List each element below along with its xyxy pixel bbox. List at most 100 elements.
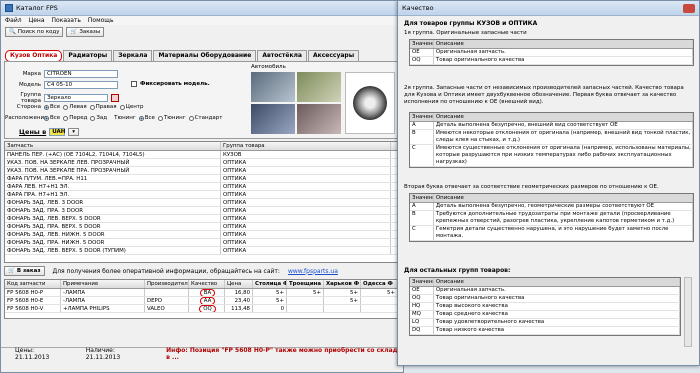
section2-text: 2я группа. Запасные части от независимых… [404,85,684,105]
part-name: ФОНАРЬ ЗАД. ЛЕВ. ВЕРХ. 5 DOOR (ТУПИМ) [5,247,221,254]
group-select[interactable]: Зеркало [44,94,108,102]
side-all-radio[interactable]: Все [44,104,60,110]
part-group: ОПТИКА [221,167,391,174]
table-row: DQ Товар низкого качества [410,327,680,335]
model-select[interactable]: C4 05-10 [44,81,118,89]
fog-lamp-image [353,86,387,120]
pos-rear-radio[interactable]: Зад [90,115,107,121]
main-titlebar: Каталог FPS [1,1,403,16]
offer-cell [324,305,361,312]
statusbar: Цены: 21.11.2013 Наличие: 21.11.2013 Инф… [1,347,403,361]
parts-table: Запчасть Группа товара ПАНЕЛЬ ПЕР. (+АС) … [4,141,399,263]
car-photo[interactable] [297,104,341,134]
offer-cell: +ЛАМПА PHILIPS [61,305,145,312]
table-row[interactable]: ФОНАРЬ ЗАД. ПРА. НИЖН. 5 DOOR ОПТИКА [5,239,398,247]
pos-all-radio[interactable]: Все [44,115,60,121]
tuning-all-radio[interactable]: Все [138,115,155,121]
table-row[interactable]: FP 5608 H0-E -ЛАМПА DEPO AA 23,40 5+ 5+ [5,297,398,305]
offer-cell [287,305,324,312]
menu-price[interactable]: Цена [29,17,45,24]
clear-icon[interactable] [111,94,119,102]
table-row[interactable]: ФАРА П/ТУМ. ЛЕВ.=ПРА. H11 ОПТИКА [5,175,398,183]
info-text: Для получения более оперативной информац… [52,267,280,275]
h2: Для остальных групп товаров: [404,267,511,274]
part-group: ОПТИКА [221,191,391,198]
table-row[interactable]: ФОНАРЬ ЗАД. ЛЕВ. ВЕРХ. 5 DOOR ОПТИКА [5,215,398,223]
part-name: ФОНАРЬ ЗАД. ЛЕВ. 3 DOOR [5,199,221,206]
menu-file[interactable]: Файл [5,17,22,24]
checkbox-icon[interactable] [131,81,137,87]
table-row: MQ Товар среднего качества [410,311,680,319]
table-row[interactable]: УКАЗ. ПОВ. НА ЗЕРКАЛЕ ЛЕВ. ПРОЗРАЧНЫЙ ОПТ… [5,159,398,167]
toolbar: 🔍 Поиск по коду 🛒 Заказы [1,25,403,39]
tuning-only-radio[interactable]: Тюнинг [157,115,186,121]
group-label: Группа товара [20,92,41,104]
auto-label: Автомобиль [251,64,286,70]
filter-panel: Марка CITROEN Модель C4 05-10 Группа товар… [4,61,399,139]
h1: Для товаров группы КУЗОВ и ОПТИКА [404,20,538,27]
offer-cell: FP 5608 H0-V [5,305,61,312]
car-photo[interactable] [251,72,295,102]
car-photo[interactable] [251,104,295,134]
table-row: A Деталь выполнена безупречно, геометриче… [410,203,693,211]
table-row[interactable]: ФОНАРЬ ЗАД. ЛЕВ. НИЖН. 5 DOOR ОПТИКА [5,231,398,239]
table-row[interactable]: ФОНАРЬ ЗАД. ЛЕВ. ВЕРХ. 5 DOOR (ТУПИМ) ОПТ… [5,247,398,255]
brand-label: Марка [22,71,41,77]
offers-header: Код запчасти Примечание Производитель Качес… [5,280,398,289]
brand-select[interactable]: CITROEN [44,70,118,78]
table-group2-second: ЗначениеОписание AДеталь выполнена безуп… [409,193,694,242]
offer-cell: DEPO [145,297,189,304]
table-row[interactable]: УКАЗ. ПОВ. НА ЗЕРКАЛЕ ПРА. ПРОЗРАЧНЫЙ ОПТ… [5,167,398,175]
part-group: ОПТИКА [221,215,391,222]
add-to-order-button[interactable]: 🛒 В заказ [4,266,45,276]
part-name: ФАРА ЛЕВ. H7+H1 ЭЛ. [5,183,221,190]
pos-front-radio[interactable]: Перед [63,115,87,121]
menu-show[interactable]: Показать [52,17,81,24]
scrollbar[interactable] [684,277,692,347]
tuning-standard-radio[interactable]: Стандарт [188,115,222,121]
search-by-code-button[interactable]: 🔍 Поиск по коду [5,27,64,37]
table-row[interactable]: ФОНАРЬ ЗАД. ЛЕВ. 3 DOOR ОПТИКА [5,199,398,207]
main-window: Каталог FPS Файл Цена Показать Помощь 🔍 П… [0,0,404,373]
cart-icon: 🛒 [8,268,15,274]
currency-dropdown-icon[interactable]: ▾ [68,128,79,136]
table-row: OE Оригинальная запчасть. [410,287,680,295]
part-name: ФАРА П/ТУМ. ЛЕВ.=ПРА. H11 [5,175,221,182]
side-left-radio[interactable]: Левая [63,104,87,110]
part-name: ФОНАРЬ ЗАД. ЛЕВ. НИЖН. 5 DOOR [5,231,221,238]
car-photo[interactable] [297,72,341,102]
dialog-titlebar: Качество [398,1,699,16]
close-icon[interactable] [683,3,695,13]
table-row[interactable]: ФАРА ЛЕВ. H7+H1 ЭЛ. ОПТИКА [5,183,398,191]
table-row[interactable]: ФОНАРЬ ЗАД. ПРА. 3 DOOR ОПТИКА [5,207,398,215]
table-row[interactable]: ФАРА ПРА. H7+H1 ЭЛ. ОПТИКА [5,191,398,199]
site-link[interactable]: www.fpsparts.ua [288,268,338,275]
table-row: OQ Товар оригинального качества [410,57,693,65]
menu-help[interactable]: Помощь [88,17,114,24]
search-icon: 🔍 [9,29,16,35]
table-row[interactable]: ПАНЕЛЬ ПЕР. (+АС) (OE 7104L2, 7104L4, 71… [5,151,398,159]
offer-cell: 5+ [253,289,287,296]
table-row[interactable]: FP 5608 H0-V +ЛАМПА PHILIPS VALEO OQ 113,48 0 [5,305,398,313]
part-group: КУЗОВ [221,151,391,158]
part-group: ОПТИКА [221,247,391,254]
table-row: B Имеются некоторые отклонения от оригина… [410,130,693,145]
table-row: LQ Товар удовлетворительного качества [410,319,680,327]
offer-cell: FP 5608 H0-E [5,297,61,304]
table-row[interactable]: ФОНАРЬ ЗАД. ПРА. ВЕРХ. 5 DOOR ОПТИКА [5,223,398,231]
part-name: ФОНАРЬ ЗАД. ПРА. НИЖН. 5 DOOR [5,239,221,246]
orders-button[interactable]: 🛒 Заказы [66,27,105,37]
side-label: Сторона [16,104,41,110]
offer-cell: AA [189,297,225,304]
fix-model-checkbox[interactable]: Фиксировать модель. [131,81,210,87]
side-right-radio[interactable]: Правая [89,104,117,110]
currency-select[interactable]: UAH [49,128,65,136]
side-center-radio[interactable]: Центр [119,104,144,110]
table-row[interactable]: FP 5608 H0-P -ЛАМПА BA 16,80 5+ 5+ 5+ 5+ [5,289,398,297]
part-group: ОПТИКА [221,207,391,214]
part-group: ОПТИКА [221,183,391,190]
offer-cell: 5+ [324,297,361,304]
offer-cell: 16,80 [225,289,253,296]
position-label: Расположение [5,115,48,121]
table-row: OE Оригинальная запчасть. [410,49,693,57]
